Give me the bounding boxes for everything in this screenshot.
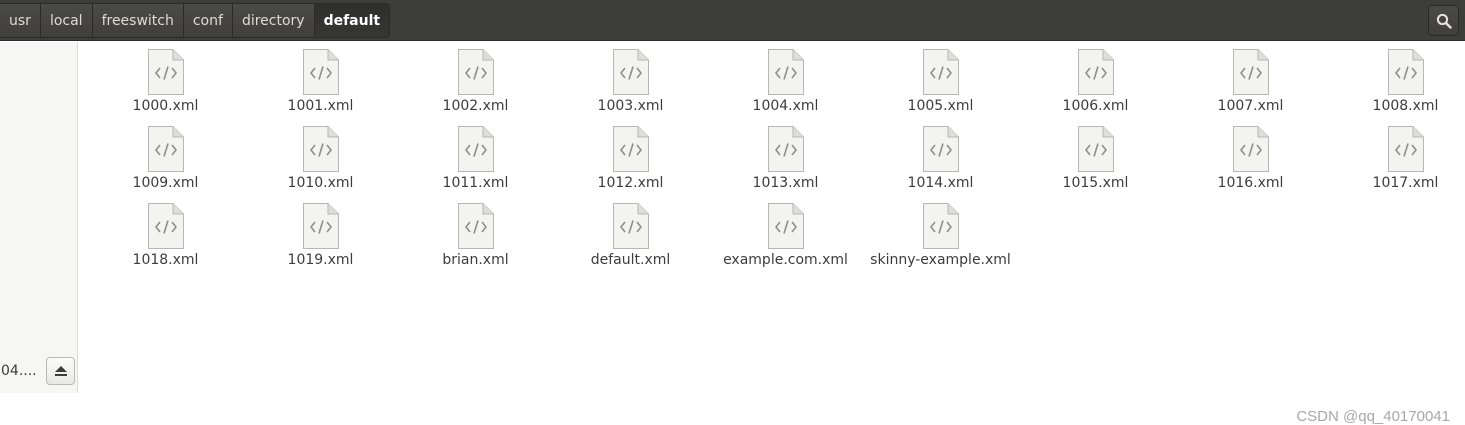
file-name: 1001.xml [287,98,354,114]
file-name: 1005.xml [907,98,974,114]
breadcrumb-local[interactable]: local [40,4,93,37]
xml-file-icon [767,203,804,249]
xml-file-icon [302,126,339,172]
breadcrumb-directory[interactable]: directory [232,4,315,37]
file-name: 1012.xml [597,175,664,191]
file-name: 1009.xml [132,175,199,191]
file-item[interactable]: 1009.xml [88,125,243,202]
file-view: 1000.xml 1001.xml 1002.xml 1003.xml 1004… [79,42,1465,425]
file-name: 1008.xml [1372,98,1439,114]
xml-file-icon [147,126,184,172]
search-button[interactable] [1428,5,1459,36]
file-item[interactable]: 1008.xml [1328,48,1465,125]
xml-file-icon [922,126,959,172]
file-name: 1011.xml [442,175,509,191]
xml-file-icon [1387,49,1424,95]
breadcrumb-usr[interactable]: usr [0,4,41,37]
file-name: 1003.xml [597,98,664,114]
search-icon [1436,13,1452,29]
xml-file-icon [922,203,959,249]
file-item[interactable]: skinny-example.xml [863,202,1018,279]
file-item[interactable]: 1006.xml [1018,48,1173,125]
watermark: CSDN @qq_40170041 [1296,408,1450,425]
file-name: skinny-example.xml [870,252,1011,268]
file-name: default.xml [590,252,671,268]
file-item[interactable]: 1011.xml [398,125,553,202]
file-name: 1013.xml [752,175,819,191]
file-item[interactable]: 1001.xml [243,48,398,125]
sidebar: 04.... [0,42,78,393]
eject-button[interactable] [46,357,75,385]
xml-file-icon [302,49,339,95]
sidebar-device-label[interactable]: 04.... [1,363,37,379]
xml-file-icon [1387,126,1424,172]
xml-file-icon [147,203,184,249]
file-item[interactable]: 1016.xml [1173,125,1328,202]
file-item[interactable]: 1010.xml [243,125,398,202]
file-name: 1004.xml [752,98,819,114]
xml-file-icon [612,126,649,172]
file-name: 1014.xml [907,175,974,191]
xml-file-icon [1232,49,1269,95]
file-name: 1007.xml [1217,98,1284,114]
file-item[interactable]: default.xml [553,202,708,279]
xml-file-icon [1232,126,1269,172]
xml-file-icon [1077,126,1114,172]
file-item[interactable]: 1017.xml [1328,125,1465,202]
file-name: 1018.xml [132,252,199,268]
xml-file-icon [1077,49,1114,95]
file-name: 1010.xml [287,175,354,191]
breadcrumb-conf[interactable]: conf [183,4,233,37]
file-name: 1016.xml [1217,175,1284,191]
path-bar: usr local freeswitch conf directory defa… [0,0,1465,41]
file-item[interactable]: 1000.xml [88,48,243,125]
file-item[interactable]: example.com.xml [708,202,863,279]
xml-file-icon [612,49,649,95]
xml-file-icon [922,49,959,95]
file-item[interactable]: 1012.xml [553,125,708,202]
xml-file-icon [612,203,649,249]
file-item[interactable]: 1013.xml [708,125,863,202]
xml-file-icon [457,203,494,249]
file-item[interactable]: 1007.xml [1173,48,1328,125]
eject-icon [54,366,67,376]
file-grid: 1000.xml 1001.xml 1002.xml 1003.xml 1004… [79,48,1465,279]
breadcrumb: usr local freeswitch conf directory defa… [0,3,391,38]
file-name: brian.xml [442,252,509,268]
file-item[interactable]: 1014.xml [863,125,1018,202]
file-item[interactable]: 1005.xml [863,48,1018,125]
file-name: example.com.xml [723,252,848,268]
file-name: 1006.xml [1062,98,1129,114]
file-name: 1002.xml [442,98,509,114]
file-item[interactable]: brian.xml [398,202,553,279]
file-item[interactable]: 1003.xml [553,48,708,125]
xml-file-icon [457,126,494,172]
file-item[interactable]: 1019.xml [243,202,398,279]
file-item[interactable]: 1018.xml [88,202,243,279]
xml-file-icon [457,49,494,95]
file-name: 1017.xml [1372,175,1439,191]
breadcrumb-default[interactable]: default [314,4,390,37]
file-item[interactable]: 1004.xml [708,48,863,125]
xml-file-icon [767,49,804,95]
file-name: 1015.xml [1062,175,1129,191]
xml-file-icon [147,49,184,95]
xml-file-icon [767,126,804,172]
file-name: 1000.xml [132,98,199,114]
file-item[interactable]: 1015.xml [1018,125,1173,202]
breadcrumb-freeswitch[interactable]: freeswitch [92,4,184,37]
file-item[interactable]: 1002.xml [398,48,553,125]
xml-file-icon [302,203,339,249]
file-name: 1019.xml [287,252,354,268]
